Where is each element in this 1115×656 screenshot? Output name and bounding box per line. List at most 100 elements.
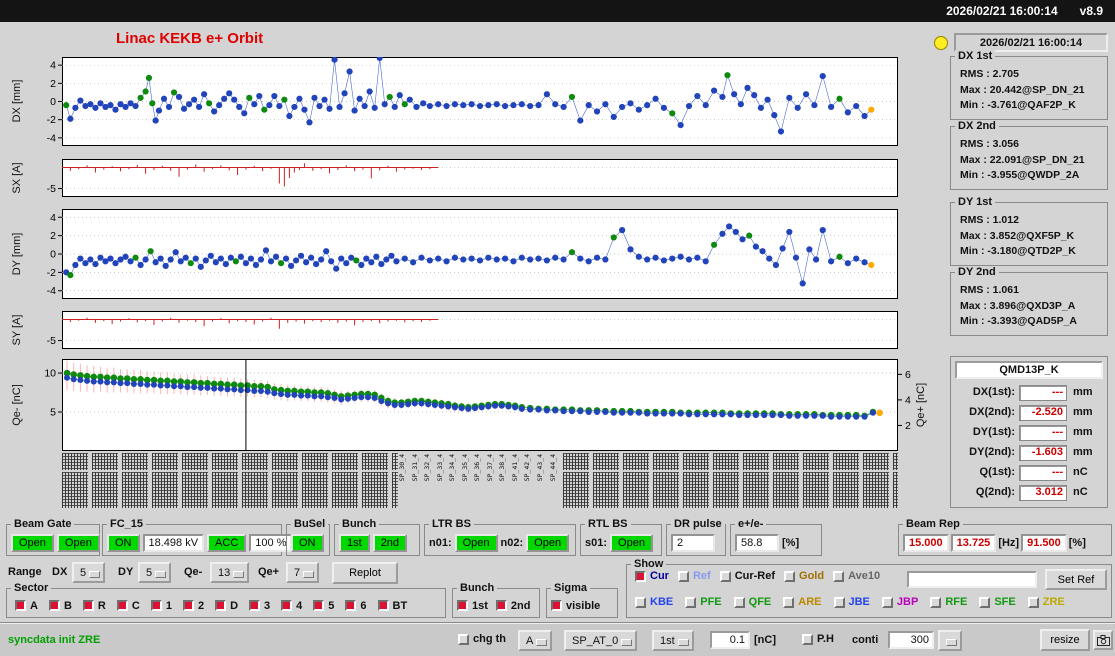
show-checkbox-jbp[interactable]: JBP <box>881 596 918 608</box>
sector-checkbox-b[interactable]: B <box>48 600 72 612</box>
show-checkbox-gold[interactable]: Gold <box>784 570 824 582</box>
top-datetime: 2026/02/21 16:00:14 <box>946 4 1058 18</box>
range-qe-plus-dropdown[interactable]: 7 <box>286 562 320 583</box>
show-checkbox-qfe[interactable]: QFE <box>733 596 771 608</box>
set-ref-button[interactable]: Set Ref <box>1045 569 1107 590</box>
checkbox-indicator <box>719 570 731 582</box>
beam-rep-hz-unit: [Hz] <box>998 536 1020 549</box>
bunch-2nd-button[interactable]: 2nd <box>372 533 408 552</box>
bpm-select-dropdown[interactable]: SP_AT_0 <box>564 630 638 651</box>
show-checkbox-ref[interactable]: Ref <box>677 570 711 582</box>
rtl-s01-open-button[interactable]: Open <box>610 533 653 552</box>
checkbox-indicator <box>685 596 697 608</box>
bunch-select-dropdown[interactable]: 1st <box>652 630 694 651</box>
sector-checkbox-2[interactable]: 2 <box>182 600 204 612</box>
show-checkbox-zre[interactable]: ZRE <box>1027 596 1065 608</box>
sx-axis-label: SX [A] <box>11 162 23 194</box>
positron-ratio-group: e+/e- 58.8 [%] <box>730 518 822 556</box>
sector-checkbox-1[interactable]: 1 <box>150 600 172 612</box>
range-qe-plus-label: Qe+ <box>258 566 280 578</box>
sector-checkbox-d[interactable]: D <box>215 600 238 612</box>
checkbox-indicator <box>345 600 357 611</box>
busel-on-button[interactable]: ON <box>291 533 324 552</box>
set-ref-input[interactable] <box>907 571 1037 588</box>
dy-orbit-plot[interactable]: 4 2 0 -2 -4 <box>0 209 938 299</box>
fc15-on-button[interactable]: ON <box>107 533 140 552</box>
sigma-checkbox-visible[interactable]: visible <box>551 600 600 612</box>
svg-text:-5: -5 <box>47 335 56 347</box>
sector-checkbox-5[interactable]: 5 <box>313 600 334 612</box>
range-dx-dropdown[interactable]: 5 <box>72 562 106 583</box>
show-checkbox-cur[interactable]: Cur <box>635 570 669 582</box>
count-unit-dropdown[interactable] <box>938 630 962 651</box>
bunch-checkbox-2nd[interactable]: 2nd <box>495 600 530 612</box>
checkbox-indicator <box>783 596 795 608</box>
bpm-name-label: SP_30_4 <box>398 454 407 482</box>
bunch-1st-button[interactable]: 1st <box>339 533 370 552</box>
threshold-input[interactable]: 0.1 <box>710 631 750 649</box>
rtl-s01-label: s01: <box>585 536 608 549</box>
charge-plot[interactable]: 10 5 6 4 2 <box>0 359 938 451</box>
show-checkbox-are[interactable]: ARE <box>783 596 822 608</box>
monitor-unit: mm <box>1073 386 1093 398</box>
ltr-n02-open-button[interactable]: Open <box>526 533 570 552</box>
svg-text:2: 2 <box>905 420 911 432</box>
dr-pulse-input[interactable]: 2 <box>671 533 715 552</box>
bpm-name-label: SP_33_4 <box>435 454 444 482</box>
beam-gate-open-1-button[interactable]: Open <box>11 533 54 552</box>
stat-rms: RMS : 2.705 <box>960 68 1019 80</box>
replot-button[interactable]: Replot <box>332 562 398 584</box>
sector-checkbox-4[interactable]: 4 <box>281 600 302 612</box>
bpm-name-label: SP_31_4 <box>410 454 419 482</box>
checkbox-indicator <box>881 596 893 608</box>
checkbox-indicator <box>802 633 813 645</box>
sector-select-dropdown[interactable]: A <box>518 630 553 651</box>
svg-text:5: 5 <box>50 407 56 419</box>
sector-checkbox-a[interactable]: A <box>15 600 38 612</box>
checkbox-indicator <box>313 600 325 611</box>
sector-checkbox-3[interactable]: 3 <box>249 600 270 612</box>
sector-checkbox-r[interactable]: R <box>82 600 106 612</box>
show-checkbox-pfe[interactable]: PFE <box>685 596 722 608</box>
sector-checkbox-6[interactable]: 6 <box>345 600 367 612</box>
show-checkbox-rfe[interactable]: RFE <box>930 596 967 608</box>
monitor-bpm-name: QMD13P_K <box>955 361 1103 379</box>
dr-pulse-group: DR pulse 2 <box>666 518 726 556</box>
bunch-checkbox-1st[interactable]: 1st <box>457 600 488 612</box>
ltr-n01-open-button[interactable]: Open <box>454 533 498 552</box>
beam-rep-group: Beam Rep 15.000 13.725 [Hz] 91.500 [%] <box>898 518 1112 556</box>
beam-gate-open-2-button[interactable]: Open <box>56 533 100 552</box>
bpm-name-label: SP_36_4 <box>473 454 482 482</box>
sy-steering-plot[interactable]: -5 <box>0 311 938 349</box>
range-qe-minus-dropdown[interactable]: 13 <box>210 562 250 583</box>
show-checkbox-ave10[interactable]: Ave10 <box>833 570 880 582</box>
range-dy-label: DY <box>118 566 134 578</box>
beam-gate-group: Beam Gate Open Open <box>6 518 100 556</box>
screenshot-button[interactable] <box>1093 630 1113 650</box>
sector-group: Sector A B R C 1 2 D 3 4 5 6 BT <box>6 582 446 618</box>
sector-checkbox-bt[interactable]: BT <box>377 600 407 612</box>
show-checkbox-jbe[interactable]: JBE <box>833 596 870 608</box>
stat-min: Min : -3.761@QAF2P_K <box>960 99 1076 111</box>
fc15-group: FC_15 ON 18.498 kV ACC 100 % <box>102 518 293 556</box>
svg-text:6: 6 <box>905 369 911 381</box>
dx-orbit-plot[interactable]: 4 2 0 -2 -4 <box>0 57 938 146</box>
count-input[interactable]: 300 <box>888 631 934 649</box>
show-checkbox-kbe[interactable]: KBE <box>635 596 673 608</box>
fc15-acc-button[interactable]: ACC <box>207 533 247 552</box>
q-minus-axis-label: Qe- [nC] <box>11 384 23 426</box>
stats-frame-dy-2nd: DY 2nd RMS : 1.061 Max : 3.896@QXD3P_A M… <box>950 266 1108 336</box>
conti-label: conti <box>852 634 879 646</box>
sector-checkbox-c[interactable]: C <box>116 600 140 612</box>
range-dy-dropdown[interactable]: 5 <box>138 562 172 583</box>
show-checkbox-cur-ref[interactable]: Cur-Ref <box>719 570 775 582</box>
sx-steering-plot[interactable]: -5 <box>0 159 938 197</box>
bunch-select-group: Bunch 1st 2nd <box>452 582 540 618</box>
checkbox-indicator <box>979 596 991 608</box>
ph-checkbox[interactable]: P.H <box>802 633 834 645</box>
chg-th-checkbox[interactable]: chg th <box>458 633 506 645</box>
resize-button[interactable]: resize <box>1040 629 1090 651</box>
monitor-value: --- <box>1019 425 1067 441</box>
stat-min: Min : -3.955@QWDP_2A <box>960 169 1080 181</box>
show-checkbox-sfe[interactable]: SFE <box>979 596 1016 608</box>
